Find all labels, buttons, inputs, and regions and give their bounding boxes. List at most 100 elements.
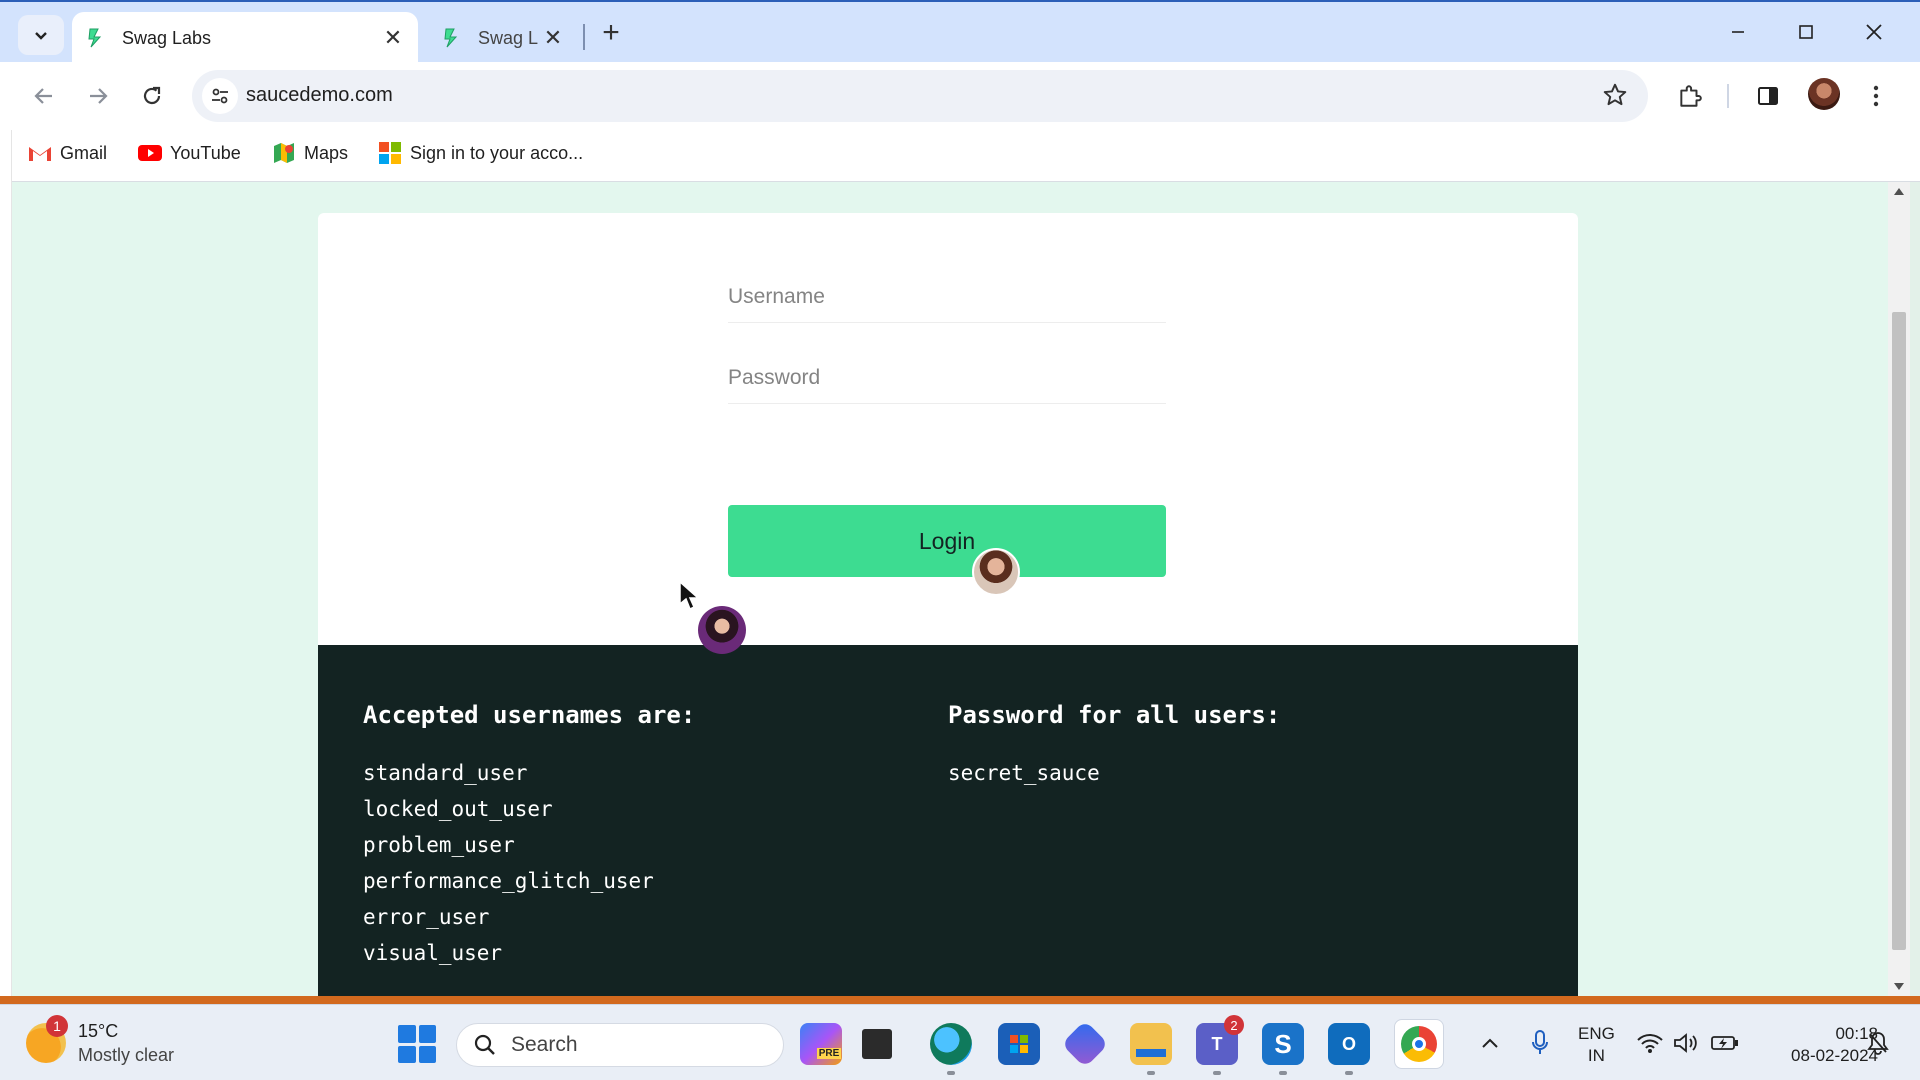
microphone-button[interactable] <box>1528 1027 1552 1059</box>
tab-title: Swag Labs <box>122 27 212 48</box>
swag-labs-favicon-icon <box>444 28 458 48</box>
page-scrollbar[interactable] <box>1888 182 1910 996</box>
side-panel-icon <box>1758 87 1778 105</box>
usernames-list: standard_user locked_out_user problem_us… <box>363 755 695 971</box>
weather-widget[interactable]: 1 15°C Mostly clear <box>26 1015 175 1067</box>
system-clock[interactable]: 00:18 08-02-2024 <box>1760 1023 1878 1067</box>
forward-arrow-icon <box>90 88 108 104</box>
browser-tab-bar: Swag Labs ✕ Swag L ✕ + <box>0 0 1920 64</box>
search-label: Search <box>511 1033 578 1056</box>
outlook-icon: O <box>1341 1033 1356 1054</box>
username-item: locked_out_user <box>363 797 553 821</box>
wifi-button[interactable] <box>1636 1027 1664 1059</box>
login-button-label: Login <box>918 527 976 554</box>
volume-icon <box>1674 1033 1697 1053</box>
store-icon <box>1010 1035 1028 1053</box>
task-view-app[interactable] <box>862 1029 892 1059</box>
search-icon <box>474 1034 495 1055</box>
password-list: secret_sauce <box>948 755 1280 791</box>
more-vertical-icon <box>1873 85 1879 107</box>
scroll-down-icon[interactable] <box>1894 983 1904 990</box>
wifi-icon <box>1637 1034 1663 1053</box>
tune-icon <box>212 88 228 104</box>
windows-taskbar: 1 15°C Mostly clear Search PRE T 2 S O E… <box>0 1004 1920 1080</box>
chevron-down-icon <box>35 32 47 40</box>
bookmark-star-icon[interactable] <box>1602 82 1628 108</box>
taskbar-search[interactable]: Search <box>456 1023 784 1067</box>
url-text[interactable]: saucedemo.com <box>246 84 393 107</box>
battery-button[interactable] <box>1710 1027 1740 1059</box>
bookmark-microsoft-signin[interactable]: Sign in to your acco... <box>378 142 583 164</box>
teams-app[interactable]: T 2 <box>1196 1015 1244 1075</box>
show-hidden-icons-button[interactable] <box>1478 1027 1502 1059</box>
bookmark-maps[interactable]: Maps <box>272 142 348 164</box>
microsoft-store-app[interactable] <box>998 1023 1040 1065</box>
volume-button[interactable] <box>1672 1027 1700 1059</box>
weather-description: Mostly clear <box>78 1045 175 1065</box>
close-tab-icon[interactable]: ✕ <box>542 25 564 51</box>
username-item: problem_user <box>363 833 515 857</box>
credentials-panel: Accepted usernames are: standard_user lo… <box>318 645 1578 996</box>
s-app-icon: S <box>1274 1028 1292 1059</box>
extensions-button[interactable] <box>1672 78 1708 114</box>
teams-badge: 2 <box>1224 1015 1244 1035</box>
start-button[interactable] <box>398 1025 436 1063</box>
close-icon <box>1866 24 1882 40</box>
language-secondary: IN <box>1587 1046 1605 1065</box>
tab-separator <box>583 24 585 50</box>
tab-swag-labs-second[interactable]: Swag L ✕ <box>428 12 578 64</box>
password-section: Password for all users: secret_sauce <box>948 701 1280 791</box>
bookmark-youtube[interactable]: YouTube <box>138 142 241 164</box>
chevron-up-icon <box>1482 1038 1498 1048</box>
scroll-up-icon[interactable] <box>1894 188 1904 195</box>
browser-toolbar: saucedemo.com <box>0 62 1920 130</box>
forward-button[interactable] <box>78 76 118 116</box>
side-panel-button[interactable] <box>1750 78 1786 114</box>
new-tab-button[interactable]: + <box>594 16 628 50</box>
close-window-button[interactable] <box>1846 12 1902 52</box>
tab-swag-labs-active[interactable]: Swag Labs ✕ <box>72 12 418 64</box>
browser-menu-button[interactable] <box>1858 78 1894 114</box>
language-indicator[interactable]: ENG IN <box>1578 1023 1615 1067</box>
password-input[interactable]: Password <box>728 348 1166 404</box>
scrollbar-thumb[interactable] <box>1892 312 1906 950</box>
close-tab-icon[interactable]: ✕ <box>382 25 404 51</box>
bookmark-label: Gmail <box>60 142 108 163</box>
bookmark-label: Maps <box>304 142 349 163</box>
notifications-button[interactable] <box>1864 1027 1892 1059</box>
weather-temperature: 15°C <box>78 1021 119 1041</box>
login-form: Username Password Login <box>318 213 1578 645</box>
reload-button[interactable] <box>132 76 172 116</box>
site-info-button[interactable] <box>202 78 238 114</box>
copilot-app[interactable]: PRE <box>800 1023 842 1065</box>
tab-title: Swag L <box>478 27 539 48</box>
bookmark-gmail[interactable]: Gmail <box>28 142 107 164</box>
reload-icon <box>143 86 161 105</box>
address-bar[interactable]: saucedemo.com <box>192 70 1648 122</box>
usernames-heading: Accepted usernames are: <box>363 701 696 729</box>
maximize-button[interactable] <box>1778 12 1834 52</box>
profile-avatar[interactable] <box>1808 78 1840 110</box>
usernames-section: Accepted usernames are: standard_user lo… <box>363 701 695 971</box>
puzzle-icon <box>1680 85 1702 107</box>
password-item: secret_sauce <box>948 761 1100 785</box>
bookmark-label: Sign in to your acco... <box>410 142 584 163</box>
s-app[interactable]: S <box>1262 1023 1304 1075</box>
bookmarks-bar: Gmail YouTube Maps Sign in to your acco.… <box>0 130 1920 182</box>
edge-app[interactable] <box>930 1023 972 1075</box>
chrome-app[interactable] <box>1394 1019 1444 1069</box>
login-button[interactable]: Login <box>728 505 1166 577</box>
folder-icon <box>1136 1049 1166 1057</box>
username-input[interactable]: Username <box>728 267 1166 323</box>
back-button[interactable] <box>24 76 64 116</box>
bookmark-label: YouTube <box>170 142 241 163</box>
file-explorer-app[interactable] <box>1130 1023 1172 1075</box>
weather-badge: 1 <box>46 1015 68 1037</box>
outlook-app[interactable]: O <box>1328 1023 1370 1075</box>
microphone-icon <box>1532 1030 1548 1054</box>
minimize-button[interactable] <box>1710 12 1766 52</box>
clock-time: 00:18 <box>1835 1024 1878 1043</box>
tab-search-button[interactable] <box>18 15 64 55</box>
copilot-hex-app[interactable] <box>1061 1020 1109 1068</box>
clock-date: 08-02-2024 <box>1791 1046 1878 1065</box>
